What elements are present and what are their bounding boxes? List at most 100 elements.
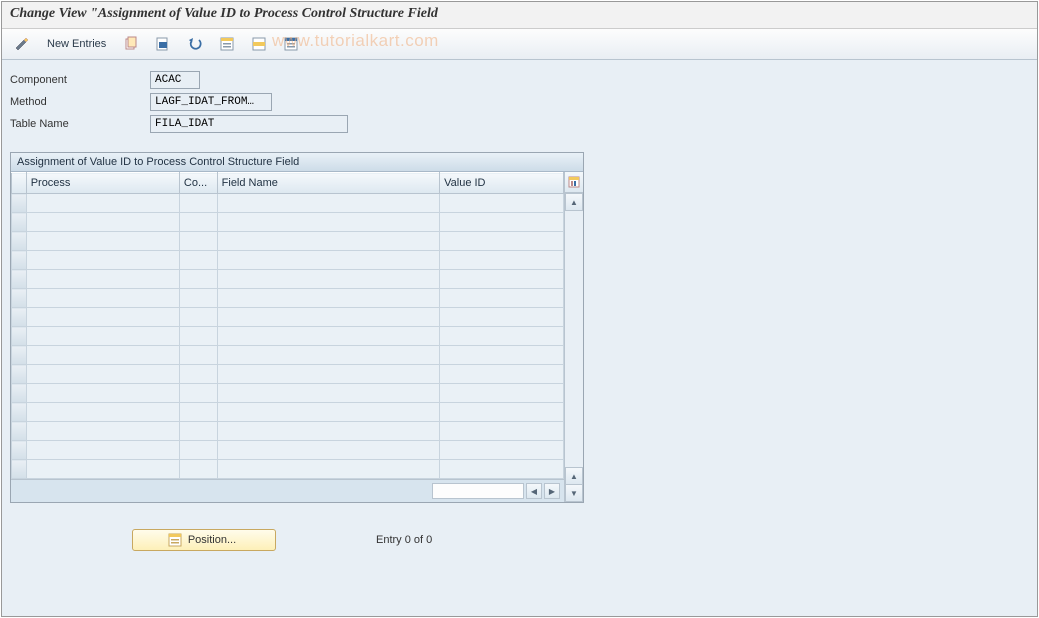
row-selector[interactable] bbox=[12, 441, 27, 460]
table-row[interactable] bbox=[12, 308, 564, 327]
new-entries-button[interactable]: New Entries bbox=[40, 35, 113, 53]
vscroll-up2-icon[interactable]: ▲ bbox=[565, 467, 583, 485]
cell[interactable] bbox=[217, 403, 439, 422]
cell[interactable] bbox=[26, 346, 179, 365]
cell[interactable] bbox=[440, 270, 564, 289]
table-row[interactable] bbox=[12, 232, 564, 251]
cell[interactable] bbox=[179, 365, 217, 384]
table-row[interactable] bbox=[12, 289, 564, 308]
row-selector[interactable] bbox=[12, 251, 27, 270]
col-co-header[interactable]: Co... bbox=[179, 173, 217, 194]
table-name-field[interactable] bbox=[150, 115, 348, 133]
row-selector[interactable] bbox=[12, 289, 27, 308]
cell[interactable] bbox=[26, 251, 179, 270]
row-selector[interactable] bbox=[12, 327, 27, 346]
method-field[interactable] bbox=[150, 93, 272, 111]
cell[interactable] bbox=[217, 213, 439, 232]
vscroll-up-icon[interactable]: ▲ bbox=[565, 193, 583, 211]
cell[interactable] bbox=[440, 441, 564, 460]
select-all-icon[interactable] bbox=[213, 33, 241, 55]
cell[interactable] bbox=[217, 289, 439, 308]
cell[interactable] bbox=[26, 232, 179, 251]
cell[interactable] bbox=[217, 232, 439, 251]
cell[interactable] bbox=[26, 213, 179, 232]
cell[interactable] bbox=[217, 365, 439, 384]
cell[interactable] bbox=[440, 232, 564, 251]
cell[interactable] bbox=[440, 194, 564, 213]
table-row[interactable] bbox=[12, 194, 564, 213]
table-row[interactable] bbox=[12, 441, 564, 460]
cell[interactable] bbox=[179, 308, 217, 327]
cell[interactable] bbox=[179, 232, 217, 251]
cell[interactable] bbox=[26, 289, 179, 308]
cell[interactable] bbox=[179, 441, 217, 460]
deselect-all-icon[interactable] bbox=[277, 33, 305, 55]
row-selector[interactable] bbox=[12, 213, 27, 232]
cell[interactable] bbox=[179, 270, 217, 289]
cell[interactable] bbox=[440, 403, 564, 422]
cell[interactable] bbox=[26, 460, 179, 479]
row-selector[interactable] bbox=[12, 365, 27, 384]
col-process-header[interactable]: Process bbox=[26, 173, 179, 194]
cell[interactable] bbox=[26, 270, 179, 289]
cell[interactable] bbox=[217, 460, 439, 479]
cell[interactable] bbox=[26, 403, 179, 422]
cell[interactable] bbox=[217, 422, 439, 441]
undo-icon[interactable] bbox=[181, 33, 209, 55]
row-selector[interactable] bbox=[12, 460, 27, 479]
cell[interactable] bbox=[217, 194, 439, 213]
row-selector[interactable] bbox=[12, 194, 27, 213]
table-row[interactable] bbox=[12, 365, 564, 384]
data-grid[interactable]: Process Co... Field Name Value ID bbox=[11, 172, 564, 479]
table-row[interactable] bbox=[12, 460, 564, 479]
table-row[interactable] bbox=[12, 422, 564, 441]
col-value-id-header[interactable]: Value ID bbox=[440, 173, 564, 194]
row-selector[interactable] bbox=[12, 270, 27, 289]
row-selector[interactable] bbox=[12, 403, 27, 422]
cell[interactable] bbox=[26, 365, 179, 384]
cell[interactable] bbox=[179, 194, 217, 213]
select-block-icon[interactable] bbox=[245, 33, 273, 55]
toggle-display-change-icon[interactable] bbox=[8, 33, 36, 55]
row-selector[interactable] bbox=[12, 384, 27, 403]
cell[interactable] bbox=[440, 213, 564, 232]
cell[interactable] bbox=[217, 384, 439, 403]
cell[interactable] bbox=[26, 327, 179, 346]
cell[interactable] bbox=[217, 346, 439, 365]
cell[interactable] bbox=[179, 289, 217, 308]
cell[interactable] bbox=[440, 327, 564, 346]
cell[interactable] bbox=[26, 384, 179, 403]
cell[interactable] bbox=[179, 327, 217, 346]
cell[interactable] bbox=[440, 346, 564, 365]
cell[interactable] bbox=[179, 460, 217, 479]
row-selector[interactable] bbox=[12, 308, 27, 327]
cell[interactable] bbox=[179, 346, 217, 365]
vscroll[interactable]: ▲ ▲ ▼ bbox=[565, 193, 583, 502]
cell[interactable] bbox=[179, 213, 217, 232]
row-selector-header[interactable] bbox=[12, 173, 27, 194]
copy-as-icon[interactable] bbox=[117, 33, 145, 55]
cell[interactable] bbox=[440, 422, 564, 441]
cell[interactable] bbox=[217, 441, 439, 460]
row-selector[interactable] bbox=[12, 422, 27, 441]
hscroll-right-icon[interactable]: ▶ bbox=[544, 483, 560, 499]
cell[interactable] bbox=[440, 365, 564, 384]
cell[interactable] bbox=[26, 194, 179, 213]
table-row[interactable] bbox=[12, 327, 564, 346]
vscroll-down-icon[interactable]: ▼ bbox=[565, 484, 583, 502]
cell[interactable] bbox=[26, 422, 179, 441]
component-field[interactable] bbox=[150, 71, 200, 89]
cell[interactable] bbox=[440, 460, 564, 479]
cell[interactable] bbox=[440, 384, 564, 403]
cell[interactable] bbox=[179, 422, 217, 441]
row-selector[interactable] bbox=[12, 232, 27, 251]
cell[interactable] bbox=[217, 308, 439, 327]
row-selector[interactable] bbox=[12, 346, 27, 365]
cell[interactable] bbox=[440, 289, 564, 308]
cell[interactable] bbox=[440, 251, 564, 270]
table-row[interactable] bbox=[12, 270, 564, 289]
hscroll-left-icon[interactable]: ◀ bbox=[526, 483, 542, 499]
delete-icon[interactable] bbox=[149, 33, 177, 55]
cell[interactable] bbox=[26, 441, 179, 460]
configure-columns-icon[interactable] bbox=[565, 172, 583, 193]
